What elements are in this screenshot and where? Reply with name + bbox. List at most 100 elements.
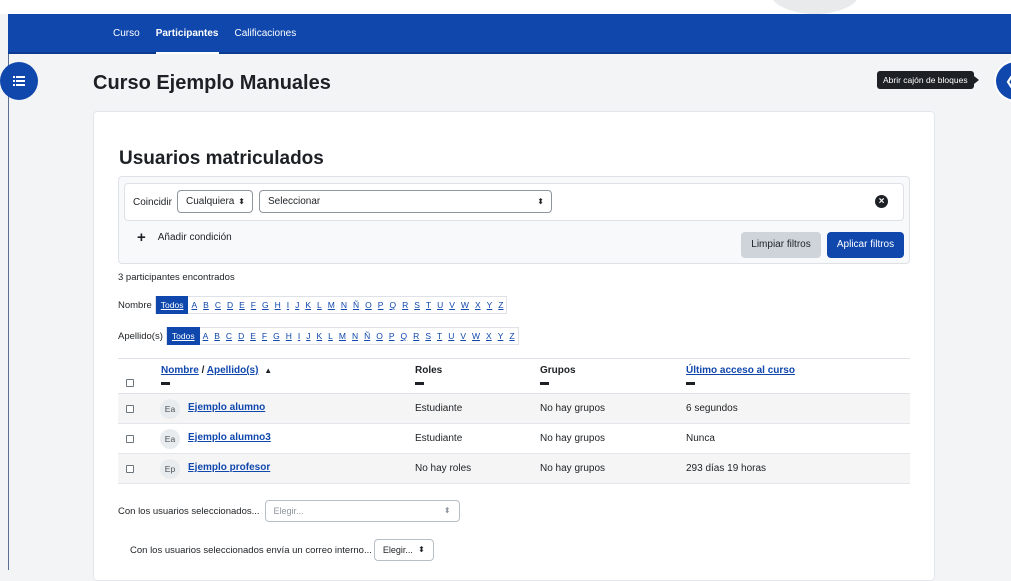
initial-letter[interactable]: T [423, 296, 434, 314]
initial-letter[interactable]: D [235, 327, 247, 345]
send-message-row: Con los usuarios seleccionados envía un … [130, 539, 434, 561]
tab-curso[interactable]: Curso [105, 14, 148, 54]
filter-type-select[interactable]: Seleccionar ⬍ [259, 190, 552, 213]
send-message-placeholder: Elegir... [382, 545, 413, 555]
sort-last-name-link[interactable]: Apellido(s) [207, 365, 259, 376]
initial-letter[interactable]: Z [495, 296, 506, 314]
collapse-column-icon[interactable] [415, 382, 424, 385]
top-strip [0, 0, 1011, 14]
initial-letter[interactable]: H [272, 296, 284, 314]
initial-letter[interactable]: O [362, 296, 375, 314]
initial-letter[interactable]: I [284, 296, 292, 314]
secondary-navigation: Curso Participantes Calificaciones [8, 14, 1011, 54]
initial-letter[interactable]: R [410, 327, 422, 345]
initial-letter[interactable]: K [313, 327, 325, 345]
initial-letter[interactable]: X [483, 327, 495, 345]
sort-first-name-link[interactable]: Nombre [161, 365, 199, 376]
collapse-column-icon[interactable] [540, 382, 549, 385]
initial-letter[interactable]: Y [484, 296, 496, 314]
row-checkbox[interactable] [126, 405, 134, 413]
initial-letter[interactable]: J [292, 296, 302, 314]
row-checkbox[interactable] [126, 435, 134, 443]
course-index-toggle[interactable] [0, 62, 38, 100]
initial-letter[interactable]: M [325, 296, 338, 314]
match-select-value: Cualquiera [186, 196, 235, 207]
initials-label: Nombre [118, 299, 152, 311]
initial-letter[interactable]: J [303, 327, 313, 345]
decorative-curve [770, 0, 860, 14]
initial-letter[interactable]: P [375, 296, 387, 314]
initial-letter[interactable]: Q [398, 327, 411, 345]
initial-letter[interactable]: B [211, 327, 223, 345]
initial-letter[interactable]: W [458, 296, 472, 314]
initial-letter[interactable]: V [446, 296, 458, 314]
groups-cell: No hay grupos [540, 433, 606, 444]
initial-letter[interactable]: R [399, 296, 411, 314]
initial-letter[interactable]: S [422, 327, 434, 345]
initial-letter[interactable]: I [295, 327, 303, 345]
add-condition-button[interactable]: + Añadir condición [137, 230, 232, 245]
initial-letter[interactable]: Q [386, 296, 399, 314]
initial-all[interactable]: Todos [166, 327, 200, 345]
initial-letter[interactable]: N [349, 327, 361, 345]
initial-all[interactable]: Todos [155, 296, 189, 314]
collapse-column-icon[interactable] [161, 382, 170, 385]
initial-letter[interactable]: H [283, 327, 295, 345]
initial-letter[interactable]: B [200, 296, 212, 314]
initial-letter[interactable]: L [325, 327, 336, 345]
initial-letter[interactable]: C [223, 327, 235, 345]
clear-filters-button[interactable]: Limpiar filtros [741, 232, 821, 258]
initial-letter[interactable]: L [314, 296, 325, 314]
initial-letter[interactable]: U [434, 296, 446, 314]
initial-letter[interactable]: G [259, 296, 272, 314]
sort-last-access-link[interactable]: Último acceso al curso [686, 365, 795, 376]
initial-letter[interactable]: Z [506, 327, 517, 345]
match-select[interactable]: Cualquiera ⬍ [177, 190, 253, 213]
initial-letter[interactable]: M [336, 327, 349, 345]
last-access-cell: 6 segundos [686, 403, 738, 414]
user-name-link[interactable]: Ejemplo alumno3 [188, 432, 271, 443]
apply-filters-button[interactable]: Aplicar filtros [827, 232, 904, 258]
role-cell: Estudiante [415, 433, 463, 444]
tab-calificaciones[interactable]: Calificaciones [227, 14, 305, 54]
initial-letter[interactable]: A [188, 296, 200, 314]
initial-letter[interactable]: A [200, 327, 212, 345]
row-checkbox[interactable] [126, 465, 134, 473]
select-all-checkbox[interactable] [126, 379, 134, 387]
collapse-column-icon[interactable] [686, 382, 695, 385]
initial-letter[interactable]: Y [495, 327, 507, 345]
initial-letter[interactable]: D [224, 296, 236, 314]
block-drawer-toggle[interactable]: ❮ [994, 60, 1011, 102]
table-row: Ea Ejemplo alumno Estudiante No hay grup… [118, 394, 910, 424]
col-name: Nombre / Apellido(s) ▲ [161, 365, 272, 385]
initial-letter[interactable]: C [212, 296, 224, 314]
initial-letter[interactable]: O [373, 327, 386, 345]
user-name-link[interactable]: Ejemplo profesor [188, 462, 270, 473]
roles-header: Roles [415, 365, 443, 376]
tab-participantes[interactable]: Participantes [148, 14, 227, 54]
user-name-link[interactable]: Ejemplo alumno [188, 402, 265, 413]
remove-condition-icon[interactable]: × [875, 195, 888, 208]
col-groups: Grupos [540, 365, 576, 385]
block-drawer-tooltip: Abrir cajón de bloques [877, 71, 979, 89]
initial-letter[interactable]: X [472, 296, 484, 314]
initial-letter[interactable]: Ñ [350, 296, 362, 314]
initial-letter[interactable]: K [302, 296, 314, 314]
initial-letter[interactable]: V [457, 327, 469, 345]
initial-letter[interactable]: E [247, 327, 259, 345]
initial-letter[interactable]: N [338, 296, 350, 314]
initial-letter[interactable]: T [434, 327, 445, 345]
initial-letter[interactable]: P [386, 327, 398, 345]
initial-letter[interactable]: S [411, 296, 423, 314]
col-roles: Roles [415, 365, 442, 385]
initial-letter[interactable]: U [445, 327, 457, 345]
initial-letter[interactable]: F [259, 327, 270, 345]
initial-letter[interactable]: Ñ [361, 327, 373, 345]
initial-letter[interactable]: G [270, 327, 283, 345]
initial-letter[interactable]: W [469, 327, 483, 345]
initial-letter[interactable]: E [236, 296, 248, 314]
send-message-select[interactable]: Elegir... ⬍ [373, 539, 434, 561]
initial-letter[interactable]: F [248, 296, 259, 314]
avatar: Ep [160, 459, 180, 479]
bulk-action-select[interactable]: Elegir... ⬍ [264, 500, 460, 522]
